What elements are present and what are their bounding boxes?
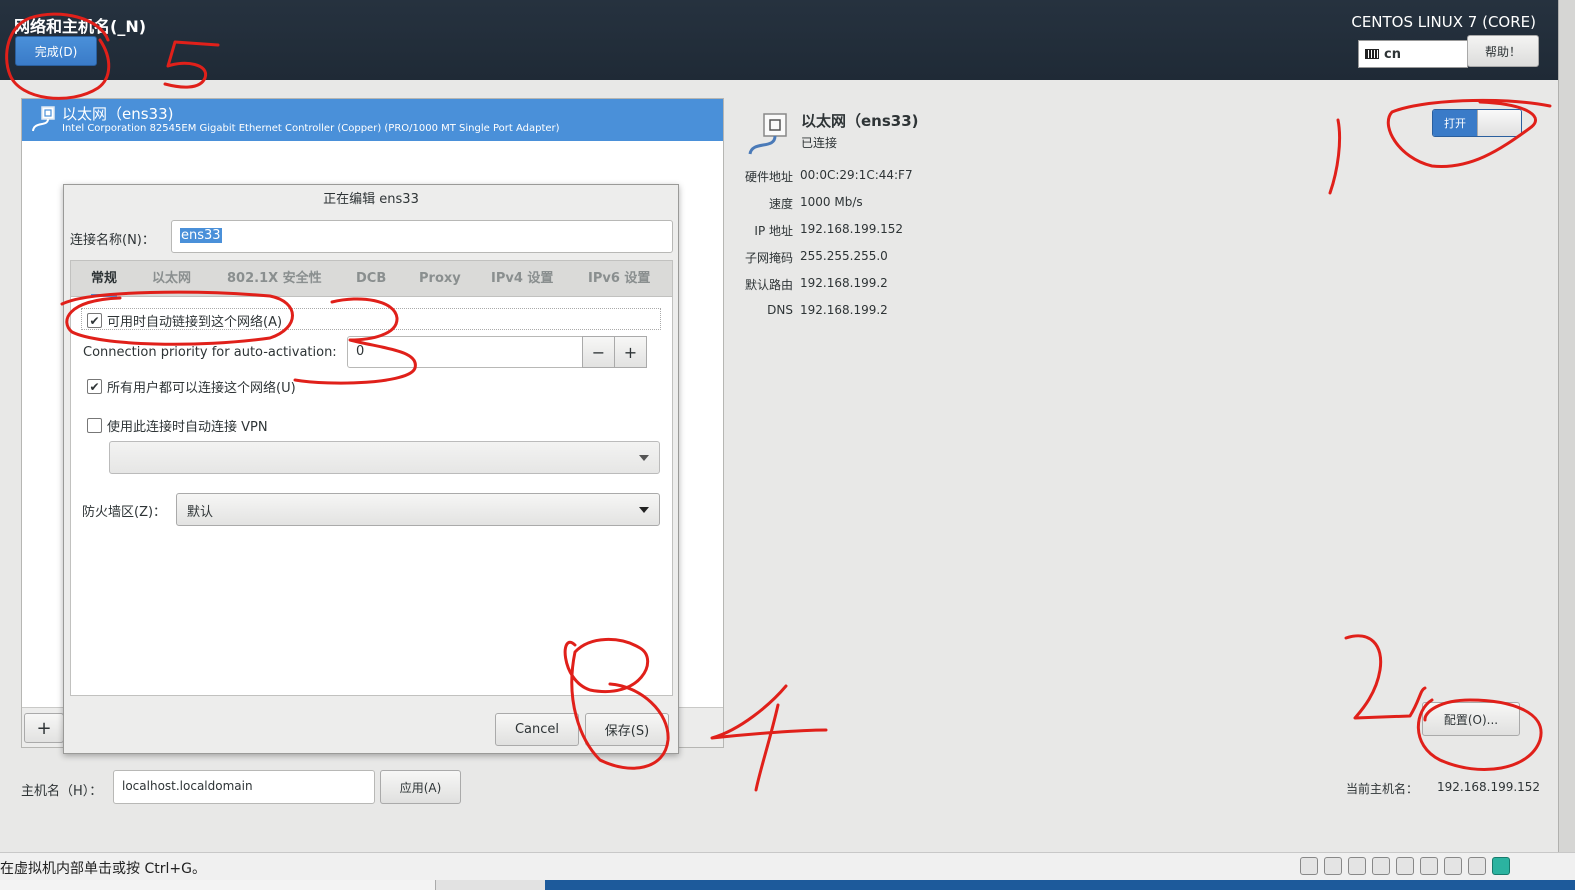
host-taskbar xyxy=(0,880,1575,890)
connection-name-label: 连接名称(N)： xyxy=(70,233,155,248)
hard-disk-icon[interactable] xyxy=(1300,857,1318,875)
default-route-label: 默认路由 xyxy=(744,278,793,292)
printer-icon[interactable] xyxy=(1372,857,1390,875)
sound-icon[interactable] xyxy=(1396,857,1414,875)
all-users-row[interactable]: ✔ 所有用户都可以连接这个网络(U) xyxy=(87,377,296,396)
ip-address-label: IP 地址 xyxy=(754,224,793,238)
hostname-input[interactable]: localhost.localdomain xyxy=(113,770,375,804)
current-hostname-label: 当前主机名： xyxy=(1346,782,1419,796)
vpn-row[interactable]: 使用此连接时自动连接 VPN xyxy=(87,416,268,435)
ip-address-value: 192.168.199.152 xyxy=(800,222,904,236)
configure-button[interactable]: 配置(O)... xyxy=(1422,702,1520,736)
current-hostname-value: 192.168.199.152 xyxy=(1437,780,1541,794)
tab-ethernet[interactable]: 以太网 xyxy=(152,261,191,297)
network-adapter-icon[interactable] xyxy=(1348,857,1366,875)
taskbar-segment xyxy=(435,880,545,890)
vpn-label: 使用此连接时自动连接 VPN xyxy=(107,420,268,435)
speaker-icon[interactable] xyxy=(1468,857,1486,875)
default-route-value: 192.168.199.2 xyxy=(800,276,888,290)
all-users-checkbox[interactable]: ✔ xyxy=(87,379,102,394)
ethernet-icon xyxy=(32,106,55,132)
keyboard-layout-indicator[interactable]: cn xyxy=(1358,40,1468,68)
taskbar-segment xyxy=(0,880,435,890)
vpn-checkbox[interactable] xyxy=(87,418,102,433)
cd-drive-icon[interactable] xyxy=(1324,857,1342,875)
device-tray xyxy=(1300,857,1510,875)
priority-input[interactable]: 0 xyxy=(347,336,584,368)
annotation-number-4 xyxy=(710,684,828,792)
usb-icon[interactable] xyxy=(1420,857,1438,875)
connection-name: 以太网（ens33) xyxy=(62,105,174,123)
toggle-on-label: 打开 xyxy=(1433,110,1477,136)
subnet-mask-label: 子网掩码 xyxy=(744,251,793,265)
vm-status-bar: 在虚拟机内部单击或按 Ctrl+G。 xyxy=(0,852,1575,880)
speed-value: 1000 Mb/s xyxy=(800,195,863,209)
window-edge xyxy=(1558,0,1575,890)
annotation-number-2 xyxy=(1344,634,1427,720)
page-title: 网络和主机名(_N) xyxy=(14,17,147,36)
edit-connection-dialog: 正在编辑 ens33 连接名称(N)： ens33 常规 以太网 802.1X … xyxy=(63,184,679,754)
hardware-address-label: 硬件地址 xyxy=(744,170,793,184)
cancel-button[interactable]: Cancel xyxy=(495,713,579,746)
hostname-label: 主机名（H）： xyxy=(21,784,103,799)
message-icon[interactable] xyxy=(1492,857,1510,875)
dns-value: 192.168.199.2 xyxy=(800,303,888,317)
vpn-select[interactable] xyxy=(109,441,660,474)
add-connection-button[interactable]: + xyxy=(24,713,64,743)
hardware-address-value: 00:0C:29:1C:44:F7 xyxy=(800,168,913,182)
connection-name-input[interactable]: ens33 xyxy=(171,220,673,253)
connection-name-value: ens33 xyxy=(180,228,222,243)
apply-hostname-button[interactable]: 应用(A) xyxy=(380,770,461,804)
done-button[interactable]: 完成(D) xyxy=(15,36,97,66)
annotation-number-1 xyxy=(1328,118,1342,195)
tab-bar: 常规 以太网 802.1X 安全性 DCB Proxy IPv4 设置 IPv6… xyxy=(71,261,672,297)
toggle-knob xyxy=(1477,110,1521,136)
settings-notebook: 常规 以太网 802.1X 安全性 DCB Proxy IPv4 设置 IPv6… xyxy=(70,260,673,696)
auto-connect-checkbox[interactable]: ✔ xyxy=(87,313,102,328)
tab-proxy[interactable]: Proxy xyxy=(419,261,461,297)
device-power-toggle[interactable]: 打开 xyxy=(1432,109,1522,137)
all-users-label: 所有用户都可以连接这个网络(U) xyxy=(107,381,296,396)
dns-label: DNS xyxy=(767,303,793,317)
connection-list-item[interactable]: 以太网（ens33) Intel Corporation 82545EM Gig… xyxy=(22,99,723,141)
help-button[interactable]: 帮助！ xyxy=(1467,35,1539,67)
chevron-down-icon xyxy=(639,507,649,513)
tab-dcb[interactable]: DCB xyxy=(356,261,386,297)
os-title: CENTOS LINUX 7 (CORE) xyxy=(1351,13,1536,31)
device-name: 以太网（ens33) xyxy=(801,112,919,130)
tab-8021x-security[interactable]: 802.1X 安全性 xyxy=(227,261,322,297)
subnet-mask-value: 255.255.255.0 xyxy=(800,249,888,263)
chevron-down-icon xyxy=(639,455,649,461)
keyboard-icon xyxy=(1365,49,1379,59)
connection-description: Intel Corporation 82545EM Gigabit Ethern… xyxy=(62,123,560,134)
auto-connect-row[interactable]: ✔ 可用时自动链接到这个网络(A) xyxy=(87,311,282,330)
save-button[interactable]: 保存(S) xyxy=(585,713,669,746)
device-status: 已连接 xyxy=(801,136,838,150)
tab-general[interactable]: 常规 xyxy=(91,261,118,297)
priority-label: Connection priority for auto-activation: xyxy=(83,345,337,360)
keyboard-layout-value: cn xyxy=(1384,46,1401,62)
firewall-zone-label: 防火墙区(Z)： xyxy=(82,505,167,520)
speed-label: 速度 xyxy=(768,197,793,211)
priority-increment-button[interactable]: + xyxy=(614,336,647,368)
tab-ipv4-settings[interactable]: IPv4 设置 xyxy=(491,261,553,297)
ethernet-icon xyxy=(748,113,787,155)
status-message: 在虚拟机内部单击或按 Ctrl+G。 xyxy=(0,861,206,877)
display-icon[interactable] xyxy=(1444,857,1462,875)
dialog-title: 正在编辑 ens33 xyxy=(323,192,419,207)
tab-ipv6-settings[interactable]: IPv6 设置 xyxy=(588,261,650,297)
firewall-zone-select[interactable]: 默认 xyxy=(176,493,660,526)
firewall-zone-value: 默认 xyxy=(187,505,214,520)
priority-decrement-button[interactable]: − xyxy=(582,336,615,368)
auto-connect-label: 可用时自动链接到这个网络(A) xyxy=(107,315,283,330)
top-header: 网络和主机名(_N) 完成(D) CENTOS LINUX 7 (CORE) c… xyxy=(0,0,1558,80)
